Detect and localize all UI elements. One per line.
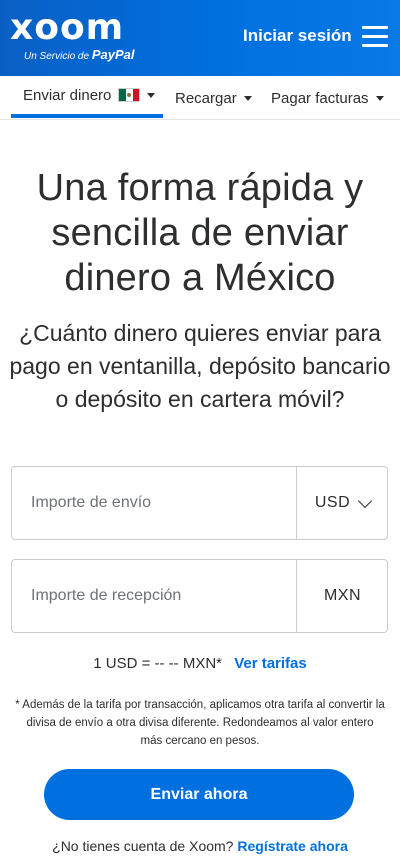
- xoom-logo[interactable]: xoom Un Servicio de PayPal: [10, 7, 135, 63]
- logo-wordmark: xoom: [10, 7, 125, 48]
- logo-tagline: Un Servicio de PayPal: [24, 47, 134, 62]
- nav-send-money-label: Enviar dinero: [23, 86, 112, 104]
- receive-amount-field: MXN: [11, 559, 388, 633]
- nav-send-money[interactable]: Enviar dinero: [11, 76, 163, 118]
- receive-amount-input[interactable]: [12, 560, 295, 632]
- chevron-down-icon: [375, 95, 384, 101]
- view-rates-link[interactable]: Ver tarifas: [234, 655, 307, 672]
- logo-tagline-prefix: Un Servicio de: [24, 51, 90, 62]
- hamburger-menu-icon[interactable]: [362, 26, 388, 47]
- page-title: Una forma rápida y sencilla de enviar di…: [36, 167, 364, 299]
- exchange-rate-text: 1 USD = -- -- MXN*: [93, 655, 223, 672]
- send-amount-field: USD: [11, 466, 388, 540]
- signin-link[interactable]: Iniciar sesión: [243, 26, 352, 46]
- chevron-down-icon: [243, 95, 252, 101]
- send-currency-select[interactable]: USD: [296, 467, 388, 539]
- exchange-rate-line: 1 USD = -- -- MXN* Ver tarifas: [0, 655, 400, 672]
- nav-recharge-label: Recargar: [175, 89, 237, 107]
- nav-pay-bills-label: Pagar facturas: [271, 89, 369, 107]
- chevron-down-icon: [358, 493, 373, 508]
- nav-recharge[interactable]: Recargar: [175, 76, 252, 120]
- send-now-button[interactable]: Enviar ahora: [44, 769, 354, 820]
- logo-tagline-brand: PayPal: [91, 47, 135, 62]
- mexico-flag-icon: [118, 88, 141, 102]
- nav-pay-bills[interactable]: Pagar facturas: [271, 76, 384, 120]
- main-nav: Enviar dinero Recargar Pagar facturas: [0, 76, 400, 120]
- send-currency-label: USD: [314, 494, 351, 511]
- menu-bar: [362, 44, 388, 47]
- signup-prompt: ¿No tienes cuenta de Xoom? Regístrate ah…: [0, 838, 400, 854]
- receive-currency-label: MXN: [296, 560, 388, 632]
- menu-bar: [362, 35, 388, 38]
- signup-link[interactable]: Regístrate ahora: [237, 838, 347, 854]
- send-amount-input[interactable]: [12, 467, 295, 539]
- chevron-down-icon: [147, 92, 156, 98]
- signup-prompt-text: ¿No tienes cuenta de Xoom?: [52, 838, 234, 854]
- page-subtitle: ¿Cuánto dinero quieres enviar para pago …: [9, 320, 391, 412]
- receive-currency-code: MXN: [323, 587, 362, 604]
- menu-bar: [362, 26, 388, 29]
- top-header: xoom Un Servicio de PayPal Iniciar sesió…: [0, 0, 400, 76]
- fee-disclaimer: * Además de la tarifa por transacción, a…: [15, 699, 385, 747]
